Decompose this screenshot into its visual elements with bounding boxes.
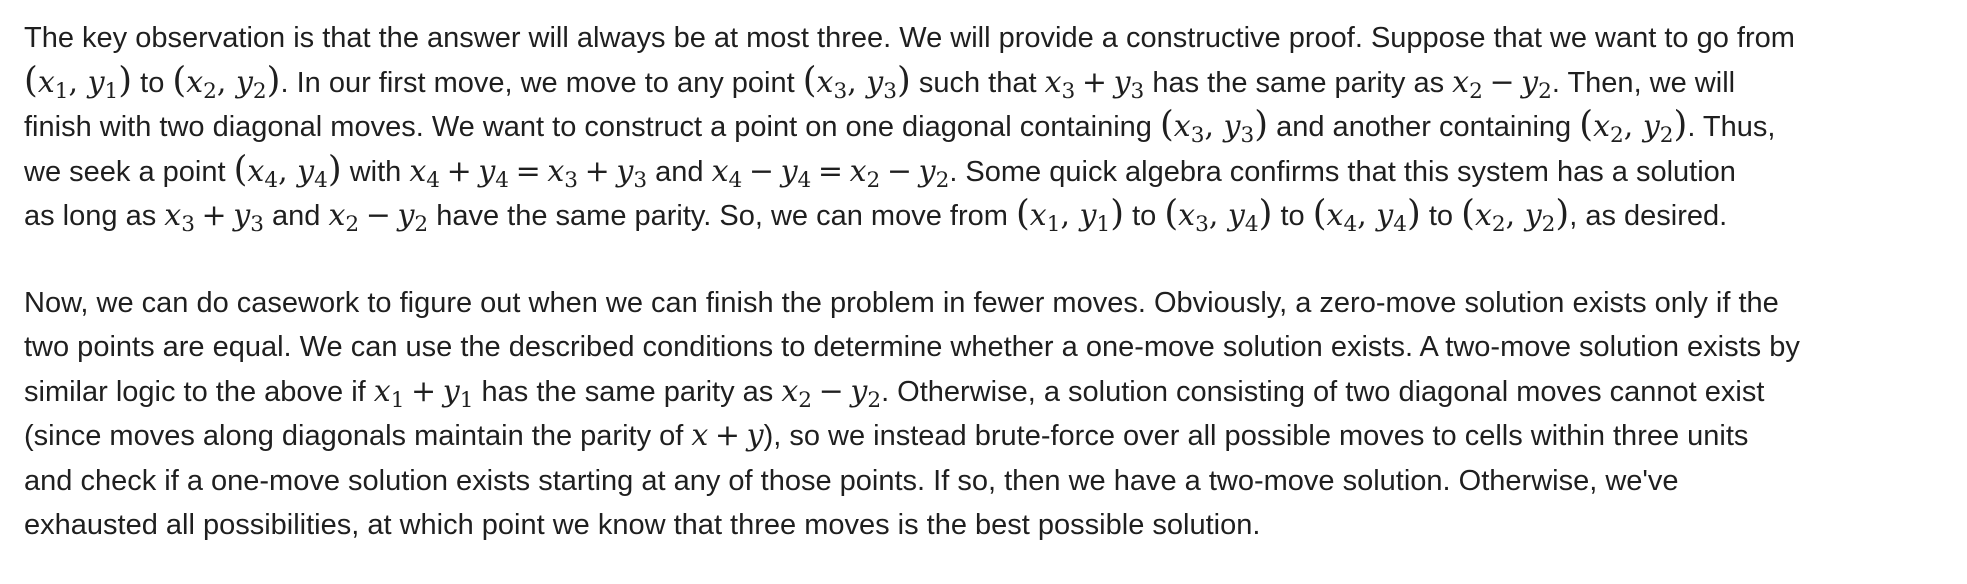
paragraph1-line-1: The key observation is that the answer w… xyxy=(24,22,1795,54)
paragraph1-line-2: (x1, y1) to (x2, y2). In our first move,… xyxy=(24,59,1736,104)
paragraph2-line-3: similar logic to the above if x1 + y1 has … xyxy=(24,373,1765,413)
paragraph1-line-3: finish with two diagonal moves. We want … xyxy=(24,104,1776,149)
paragraph2-line-4: (since moves along diagonals maintain th… xyxy=(24,418,1749,453)
paragraph2-line-5: and check if a one-move solution exists … xyxy=(24,464,1679,497)
solution-explanation: The key observation is that the answer w… xyxy=(24,16,1959,548)
paragraph2-line-6: exhausted all possibilities, at which po… xyxy=(24,509,1261,541)
paragraph1-line-4: we seek a point (x4, y4) with x4 + y4 = x3 + y… xyxy=(24,148,1736,193)
paragraph2-line-1: Now, we can do casework to figure out wh… xyxy=(24,286,1779,319)
paragraph-casework: Now, we can do casework to figure out wh… xyxy=(24,281,1959,548)
paragraph2-line-2: two points are equal. We can use the des… xyxy=(24,331,1800,363)
paragraph1-line-5: as long as x3 + y3 and x2− y2 have the same… xyxy=(24,193,1728,238)
paragraph-constructive-proof: The key observation is that the answer w… xyxy=(24,16,1959,239)
